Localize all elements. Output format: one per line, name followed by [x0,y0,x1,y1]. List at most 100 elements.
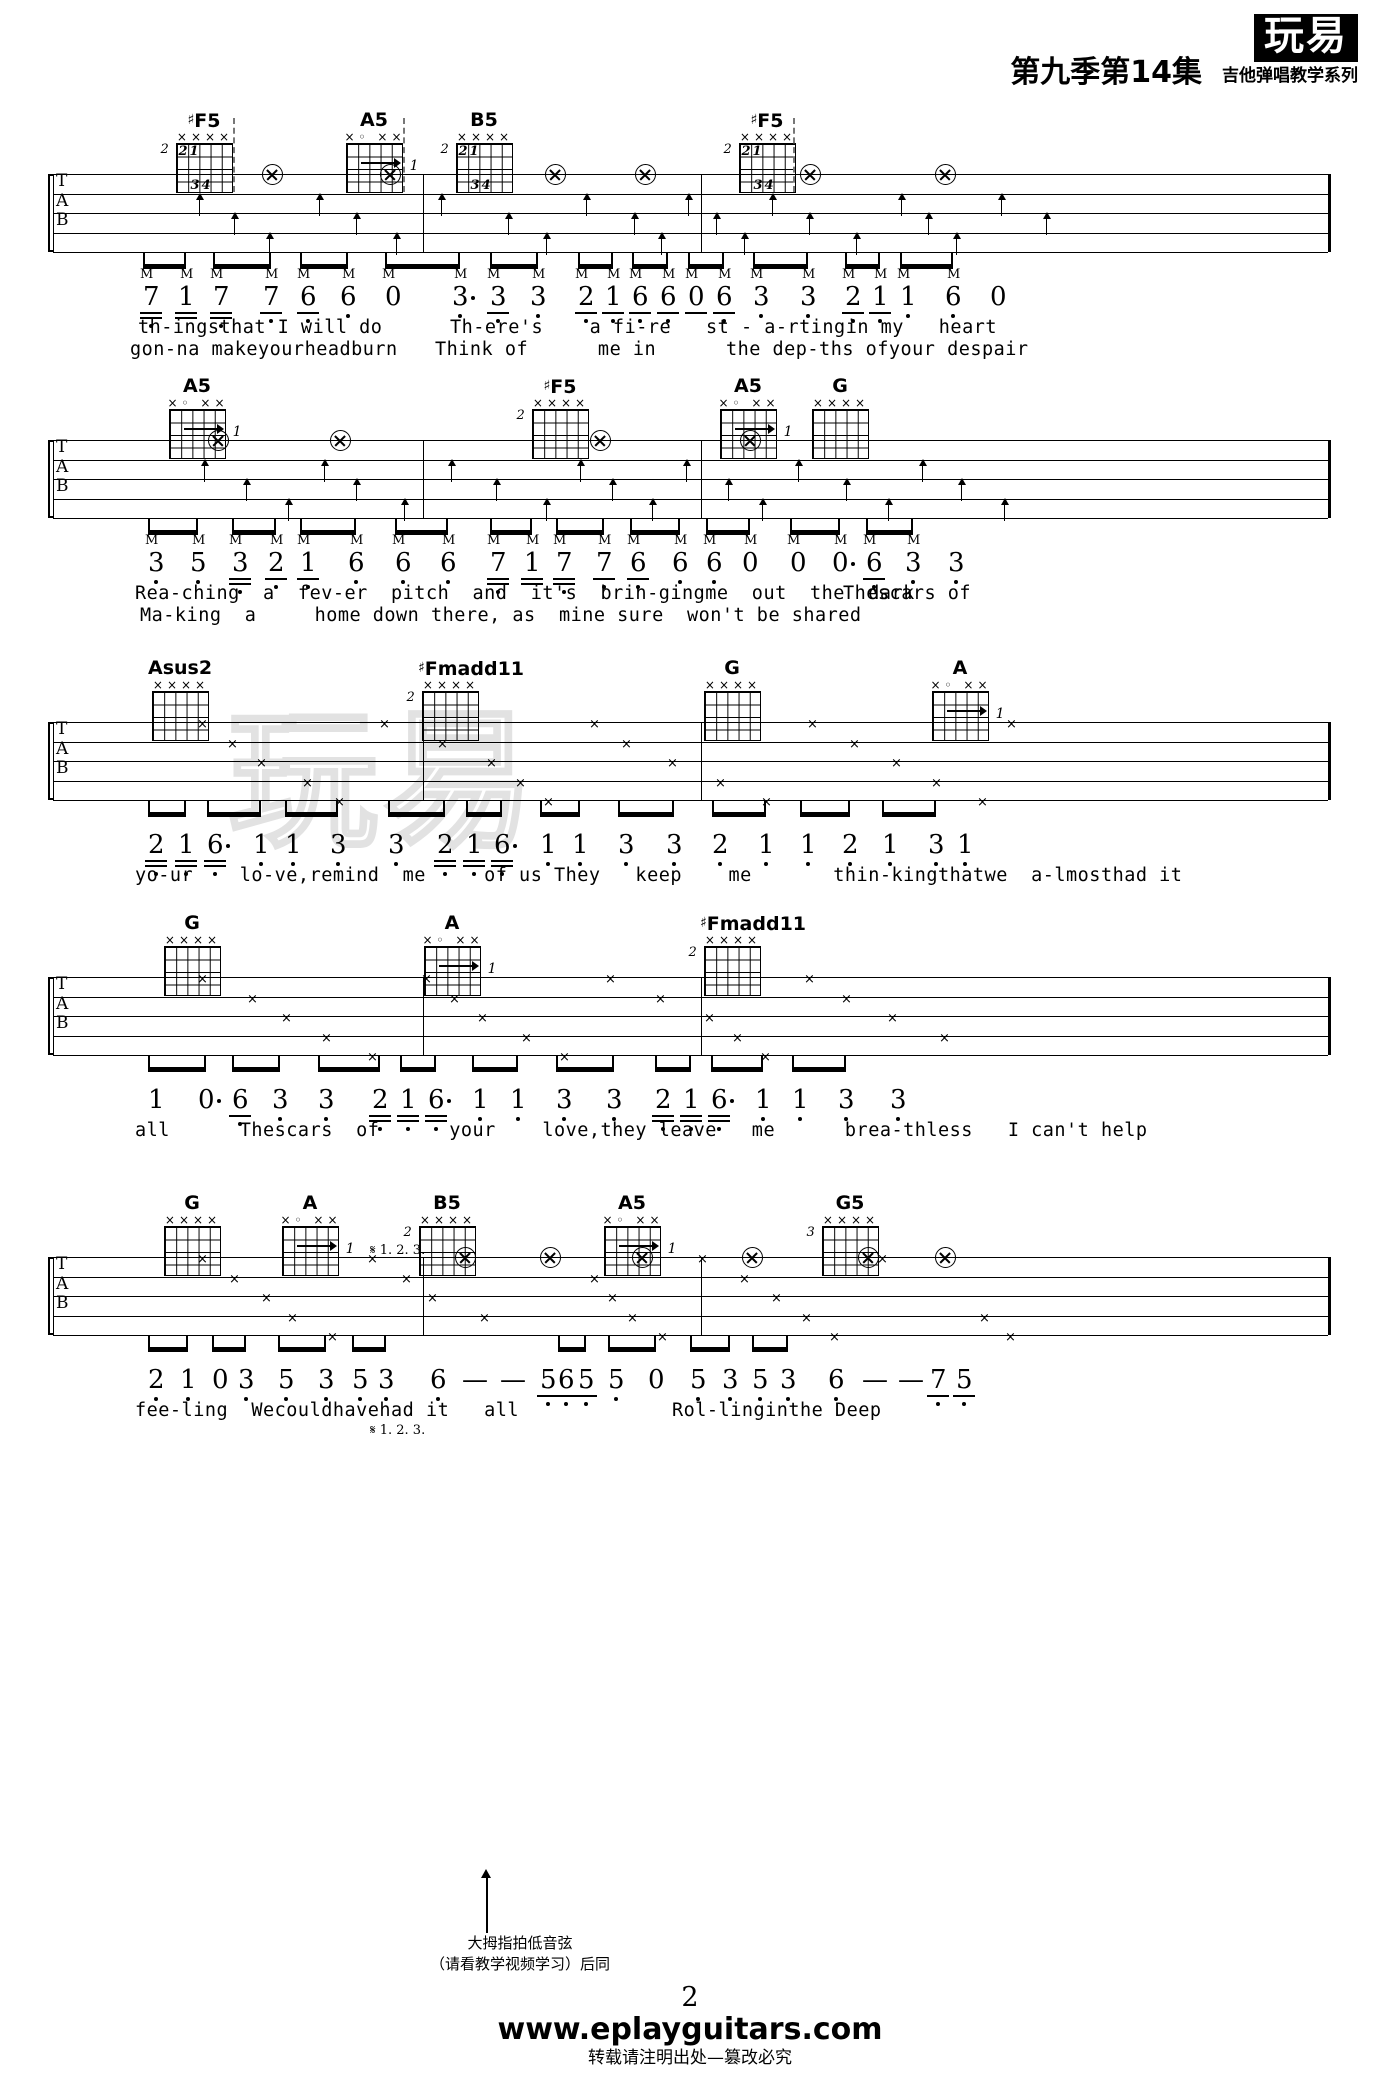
melody-number: 2 [712,830,729,860]
barline [701,722,703,800]
tab-note-x: × [704,1011,715,1026]
chord-name: A [444,912,460,934]
staff-line [53,440,1328,441]
tab-note-x: × [256,756,267,771]
note-duration-underline [593,578,615,580]
beam-stem [395,518,397,530]
downstroke-label: M [382,267,396,282]
strum-arrow-up [581,192,593,216]
melody-number: 3 [606,1085,623,1115]
melody-number: 1 [882,830,899,860]
beam-stem [378,1055,380,1067]
beam-stem [184,800,186,812]
note-duration-underline [487,578,509,580]
beam-stem [878,252,880,264]
downstroke-label: M [526,533,540,548]
website-url[interactable]: www.eplayguitars.com [0,2013,1380,2047]
staff-line [53,996,1328,998]
strum-arrow-up [194,192,206,216]
numbered-notation-row: 1063321611332161133 [0,1085,1380,1131]
beam [618,812,674,817]
technique-annotation-line2: （请看教学视频学习）后同 [429,1955,610,1973]
tab-note-x: × [891,756,902,771]
melody-number: 6 [494,830,511,860]
melody-number: 1 [510,1085,527,1115]
downstroke-label: M [297,533,311,548]
augmentation-dot [471,296,475,300]
beam-stem [630,518,632,530]
melody-number: 5 [352,1365,369,1395]
finger-dot: 1 [189,144,199,159]
open-muted-markers: ×××× [164,1213,222,1227]
melody-number: 7 [263,282,280,312]
melody-number: 2 [437,830,454,860]
tab-note-x: × [667,756,678,771]
barline [53,174,55,252]
open-muted-markers: ×××× [822,1213,880,1227]
tab-note-x: × [427,1291,438,1306]
melody-number: 7 [556,548,573,578]
melody-number: 1 [957,830,974,860]
note-duration-underline [175,860,197,862]
downstroke-label: M [718,267,732,282]
lyric-line: Ma-king a home down there, as mine sure … [140,605,862,626]
beam-stem [556,1055,558,1067]
melody-number: 1 [800,830,817,860]
fret-position-number: 2 [516,408,525,423]
strum-arrow-up [446,458,458,482]
beam-stem [848,800,850,812]
strum-arrow-up [793,458,805,482]
melody-number: 6 [430,1365,447,1395]
tab-note-x: × [801,1310,812,1326]
octave-dot-low [564,1402,568,1406]
barre-finger-number: 1 [995,706,1005,722]
downstroke-label: M [297,267,311,282]
strum-arrow-up [923,212,935,235]
beam-stem [184,252,186,264]
note-duration-underline [210,312,232,314]
note-duration-underline [491,860,513,862]
melody-number: 0 [790,548,807,578]
downstroke-label: M [265,267,279,282]
beam-stem [728,1335,730,1347]
tab-note-x: × [655,991,666,1007]
tab-note-x: × [621,736,632,752]
beam [752,1347,788,1352]
melody-number: 1 [178,830,195,860]
staff-line [53,1035,1328,1037]
tab-note-x: × [715,775,726,791]
melody-number: — [898,1365,924,1395]
open-muted-markers: ×◦ ×× [602,1213,664,1227]
beam-stem [632,252,634,264]
chord-name: G [184,912,200,934]
melody-number: 5 [578,1365,595,1395]
note-duration-underline [602,312,624,314]
beam-stem [278,1335,280,1347]
chord-change-guide [403,118,405,192]
melody-number: 1 [524,548,541,578]
melody-number: 1 [466,830,483,860]
melody-number: 1 [572,830,589,860]
beam-stem [446,518,448,530]
beam-stem [951,252,953,264]
sharp-icon: ♯ [187,112,195,128]
tab-note-x: × [732,1030,743,1046]
open-muted-markers: ×◦ ×× [280,1213,342,1227]
finger-dot: 1 [752,144,762,159]
barre-finger-number: 1 [783,424,793,440]
beam-stem [764,800,766,812]
staff-line [53,977,1328,978]
open-muted-markers: ×××× [739,130,797,144]
downstroke-label: M [342,267,356,282]
downstroke-label: M [454,267,468,282]
open-muted-markers: ×◦ ×× [167,396,229,410]
staff-line [53,1276,1328,1278]
fret-position-number: 2 [723,142,732,157]
beam-stem [346,252,348,264]
downstroke-label: M [532,267,546,282]
octave-dot-low [962,1402,966,1406]
melody-number: 6 [558,1365,575,1395]
beam-stem [618,800,620,812]
note-duration-underline [555,1395,577,1397]
beam-stem [753,252,755,264]
